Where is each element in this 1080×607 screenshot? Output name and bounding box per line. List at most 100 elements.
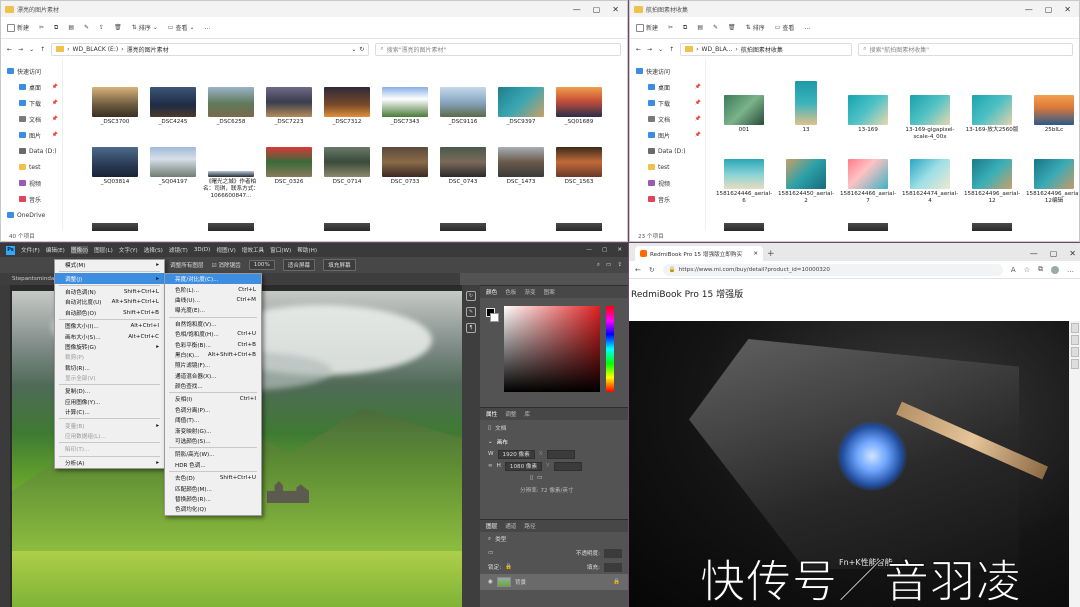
share-icon[interactable]: ⇪: [99, 24, 104, 31]
orientation-landscape-icon[interactable]: ▭: [537, 475, 542, 481]
menu-item[interactable]: 应用数据组(L)...: [55, 431, 164, 441]
image-thumbnail[interactable]: [324, 223, 370, 231]
lock-icon[interactable]: 🔒: [505, 564, 512, 570]
close-button[interactable]: ✕: [1064, 5, 1071, 14]
menu-item[interactable]: 照片滤镜(F)...: [165, 360, 261, 370]
share-icon[interactable]: ⇪: [617, 262, 622, 269]
menu-item[interactable]: 复制(D)...: [55, 386, 164, 396]
collections-icon[interactable]: ⧉: [1038, 265, 1043, 274]
address-bar[interactable]: 🔒 https://www.mi.com/buy/detail?product_…: [662, 263, 1003, 276]
eye-icon[interactable]: ◉: [488, 579, 493, 585]
document-tab[interactable]: Stepantsminda...: [12, 276, 60, 282]
menu-item[interactable]: 裁切(R)...: [55, 363, 164, 373]
sidebar-item[interactable]: 图片 📌: [630, 127, 705, 143]
sidebar-item[interactable]: 下载 📌: [630, 95, 705, 111]
file-item[interactable]: 《曙光之城》作者柏名：司琪，联系方式：1066600847...: [203, 147, 259, 200]
menu-item[interactable]: 陷印(T)...: [55, 444, 164, 454]
panel-tab[interactable]: 色板: [505, 288, 516, 296]
breadcrumb-folder[interactable]: 漂亮的图片素材: [127, 45, 169, 54]
panel-tab[interactable]: 库: [524, 410, 530, 418]
sidebar-item[interactable]: 快速访问: [630, 63, 705, 79]
maximize-button[interactable]: ▢: [602, 247, 607, 253]
maximize-button[interactable]: ▢: [1050, 249, 1058, 258]
menu-item[interactable]: 增效工具: [242, 246, 264, 254]
file-item[interactable]: DSC_0326: [261, 147, 317, 186]
menu-item[interactable]: 替换颜色(R)...: [165, 494, 261, 504]
forward-icon[interactable]: →: [647, 46, 652, 53]
menu-item[interactable]: 图像旋转(G) ▸: [55, 342, 164, 352]
breadcrumb[interactable]: › WD_BLACK (E:) › 漂亮的图片素材 ⌄ ↻: [51, 42, 370, 56]
workspace-icon[interactable]: ▭: [606, 262, 611, 269]
menu-item[interactable]: HDR 色调...: [165, 460, 261, 470]
menu-item[interactable]: 颜色查找...: [165, 381, 261, 391]
close-button[interactable]: ✕: [612, 5, 619, 14]
minimize-button[interactable]: —: [573, 5, 581, 14]
panel-tab[interactable]: 路径: [524, 522, 535, 530]
rename-icon[interactable]: ✎: [84, 24, 89, 31]
search-input[interactable]: ⌕ 搜索"漂亮的图片素材": [375, 42, 621, 56]
sidebar-item[interactable]: Data (D:): [1, 143, 62, 159]
sidebar-item[interactable]: 图片 📌: [1, 127, 62, 143]
browser-tab[interactable]: RedmiBook Pro 15 增强版立即购买 ✕: [635, 246, 763, 261]
maximize-button[interactable]: ▢: [1045, 5, 1053, 14]
sidebar-item[interactable]: 桌面 📌: [630, 79, 705, 95]
fill-field[interactable]: [604, 562, 622, 572]
opacity-field[interactable]: [604, 548, 622, 558]
copy-icon[interactable]: ⧉: [683, 24, 687, 32]
sidebar-button[interactable]: [1070, 359, 1079, 369]
menu-item[interactable]: 亮度/对比度(C)...: [165, 274, 261, 285]
file-item[interactable]: DSC_0743: [435, 147, 491, 186]
file-item[interactable]: 1581624474_aerial-4: [902, 159, 958, 205]
chevron-down-icon[interactable]: ⌄: [488, 439, 493, 445]
breadcrumb[interactable]: › WD_BLA... › 航拍图素材收集: [680, 42, 853, 56]
panel-tab[interactable]: 图层: [486, 522, 497, 530]
sidebar-item[interactable]: 桌面 📌: [1, 79, 62, 95]
image-thumbnail[interactable]: [92, 223, 138, 231]
menu-item[interactable]: 阈值(T)...: [165, 415, 261, 425]
file-item[interactable]: 13-169-gigapixel-scale-4_00x: [902, 95, 958, 141]
file-item[interactable]: _DSC4245: [145, 87, 201, 126]
width-field[interactable]: 1920 像素: [497, 449, 535, 459]
sidebar-button[interactable]: [1070, 347, 1079, 357]
menu-item[interactable]: 色调均化(Q): [165, 504, 261, 514]
rename-icon[interactable]: ✎: [713, 24, 718, 31]
menu-item[interactable]: 自动对比度(U) Alt+Shift+Ctrl+L: [55, 297, 164, 307]
menu-item[interactable]: 曝光度(E)...: [165, 305, 261, 315]
refresh-icon[interactable]: ↻: [649, 266, 655, 274]
menu-item[interactable]: 曲线(U)... Ctrl+M: [165, 295, 261, 305]
search-icon[interactable]: ⌕: [597, 262, 600, 269]
link-icon[interactable]: ∞: [488, 463, 493, 469]
file-item[interactable]: 001: [716, 95, 772, 134]
read-aloud-icon[interactable]: A: [1011, 266, 1016, 274]
menu-item[interactable]: 自动色调(N) Shift+Ctrl+L: [55, 287, 164, 297]
refresh-icon[interactable]: ↻: [359, 46, 364, 53]
menu-item[interactable]: 反相(I) Ctrl+I: [165, 394, 261, 404]
menu-item[interactable]: 通道混合器(X)...: [165, 371, 261, 381]
file-item[interactable]: 13: [778, 81, 834, 134]
minimize-button[interactable]: —: [1030, 249, 1038, 258]
menu-item[interactable]: 可选颜色(S)...: [165, 436, 261, 446]
image-thumbnail[interactable]: [848, 223, 888, 231]
paragraph-icon[interactable]: ¶: [466, 323, 476, 333]
file-item[interactable]: _DSC6258: [203, 87, 259, 126]
breadcrumb-drive[interactable]: WD_BLACK (E:): [73, 46, 119, 53]
menu-item[interactable]: 去色(D) Shift+Ctrl+U: [165, 473, 261, 483]
menu-item[interactable]: 计算(C)...: [55, 407, 164, 417]
file-item[interactable]: 1581624446_aerial-6: [716, 159, 772, 205]
menu-item[interactable]: 裁剪(P): [55, 352, 164, 362]
panel-tab[interactable]: 调整: [505, 410, 516, 418]
image-thumbnail[interactable]: [556, 223, 602, 231]
sidebar-button[interactable]: [1070, 323, 1079, 333]
search-input[interactable]: ⌕ 搜索"航拍图素材收集": [858, 42, 1073, 56]
more-button[interactable]: ...: [804, 24, 810, 31]
menu-item[interactable]: 显示全部(V): [55, 373, 164, 383]
menu-item[interactable]: 自然饱和度(V)...: [165, 319, 261, 329]
close-tab-icon[interactable]: ✕: [753, 251, 758, 257]
back-icon[interactable]: ←: [7, 46, 12, 53]
file-item[interactable]: DSC_1563: [551, 147, 607, 186]
option-all-layers[interactable]: 调整所有图层: [170, 261, 204, 269]
menu-item[interactable]: 滤镜(T): [169, 246, 188, 254]
image-thumbnail[interactable]: [208, 223, 254, 231]
file-item[interactable]: _SQ03814: [87, 147, 143, 186]
fit-screen-button[interactable]: 适合屏幕: [282, 259, 316, 271]
